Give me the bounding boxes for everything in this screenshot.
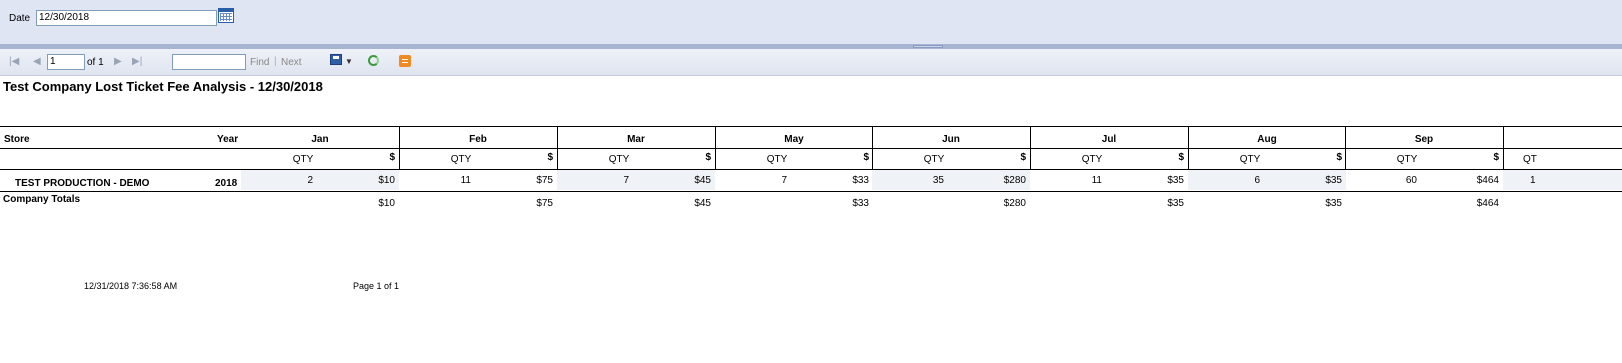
amount-value: $35: [1167, 175, 1184, 186]
column-divider: [557, 126, 558, 169]
qty-value: 11: [1091, 175, 1102, 186]
amount-value: $75: [536, 175, 553, 186]
toolbar-separator: |: [274, 56, 277, 67]
total-amount: $33: [852, 198, 869, 209]
qty-value: 2: [307, 175, 313, 186]
month-header: May: [784, 134, 804, 145]
last-page-icon[interactable]: ▶|: [132, 57, 142, 67]
month-header: Jun: [942, 134, 960, 145]
amount-header: $: [1336, 152, 1342, 163]
company-totals-label: Company Totals: [3, 194, 81, 205]
table-border: [0, 148, 1622, 149]
page-number-input[interactable]: 1: [47, 54, 85, 70]
table-border: [0, 169, 1622, 170]
amount-value: $280: [1003, 175, 1026, 186]
amount-header: $: [863, 152, 869, 163]
previous-page-icon[interactable]: ◀: [33, 57, 41, 67]
qty-header: QTY: [1239, 154, 1261, 165]
store-name: TEST PRODUCTION - DEMO: [15, 178, 150, 189]
amount-header: $: [389, 152, 395, 163]
find-link[interactable]: Find: [250, 57, 269, 68]
amount-value: $35: [1325, 175, 1342, 186]
total-amount: $75: [536, 198, 553, 209]
year-header: Year: [217, 134, 239, 145]
total-amount: $464: [1476, 198, 1499, 209]
month-header: Jul: [1101, 134, 1117, 145]
total-amount: $35: [1325, 198, 1342, 209]
amount-value: $33: [852, 175, 869, 186]
report-title: Test Company Lost Ticket Fee Analysis - …: [3, 79, 323, 94]
total-amount: $10: [378, 198, 395, 209]
qty-header: QTY: [1396, 154, 1418, 165]
column-divider: [1345, 126, 1346, 169]
row-year: 2018: [215, 178, 238, 189]
qty-header: QT: [1523, 154, 1537, 165]
amount-header: $: [1178, 152, 1184, 163]
qty-header: QTY: [292, 154, 314, 165]
amount-value: $45: [694, 175, 711, 186]
next-link[interactable]: Next: [281, 57, 302, 68]
amount-header: $: [547, 152, 553, 163]
column-divider: [1188, 126, 1189, 169]
calendar-icon[interactable]: [218, 8, 234, 23]
qty-value: 35: [932, 175, 944, 186]
qty-value: 1: [1530, 175, 1536, 186]
row-shade: [1503, 170, 1622, 190]
qty-header: QTY: [766, 154, 788, 165]
month-header: Mar: [627, 134, 645, 145]
month-header: Jan: [311, 134, 329, 145]
date-input[interactable]: 12/30/2018: [36, 10, 217, 26]
amount-header: $: [705, 152, 711, 163]
qty-value: 6: [1254, 175, 1260, 186]
month-header: Sep: [1414, 134, 1434, 145]
table-border: [0, 126, 1622, 127]
qty-value: 11: [460, 175, 471, 186]
qty-header: QTY: [1081, 154, 1103, 165]
report-timestamp: 12/31/2018 7:36:58 AM: [84, 281, 178, 291]
month-header: Feb: [469, 134, 487, 145]
first-page-icon[interactable]: |◀: [9, 57, 19, 67]
rss-feed-icon[interactable]: [399, 55, 411, 67]
amount-value: $464: [1476, 175, 1499, 186]
qty-header: QTY: [923, 154, 945, 165]
qty-value: 60: [1405, 175, 1417, 186]
next-page-icon[interactable]: ▶: [114, 57, 122, 67]
month-header: Aug: [1257, 134, 1277, 145]
qty-header: QTY: [450, 154, 472, 165]
qty-value: 7: [623, 175, 629, 186]
splitter-grip[interactable]: [913, 45, 943, 48]
report-page-number: Page 1 of 1: [353, 281, 400, 291]
store-header: Store: [4, 134, 30, 145]
qty-header: QTY: [608, 154, 630, 165]
column-divider: [399, 126, 400, 169]
export-icon[interactable]: [330, 54, 342, 65]
refresh-icon[interactable]: [368, 55, 379, 66]
column-divider: [715, 126, 716, 169]
amount-header: $: [1493, 152, 1499, 163]
amount-header: $: [1020, 152, 1026, 163]
column-divider: [1030, 126, 1031, 169]
export-dropdown-icon[interactable]: ▼: [345, 57, 353, 66]
total-amount: $45: [694, 198, 711, 209]
date-label: Date: [9, 13, 31, 24]
column-divider: [1503, 126, 1504, 169]
amount-value: $10: [378, 175, 395, 186]
total-amount: $280: [1003, 198, 1026, 209]
find-input[interactable]: [172, 54, 246, 70]
qty-value: 7: [781, 175, 787, 186]
column-divider: [872, 126, 873, 169]
total-amount: $35: [1167, 198, 1184, 209]
parameter-panel: [0, 0, 1622, 45]
table-border: [0, 191, 1622, 192]
page-count-label: of 1: [87, 57, 104, 68]
